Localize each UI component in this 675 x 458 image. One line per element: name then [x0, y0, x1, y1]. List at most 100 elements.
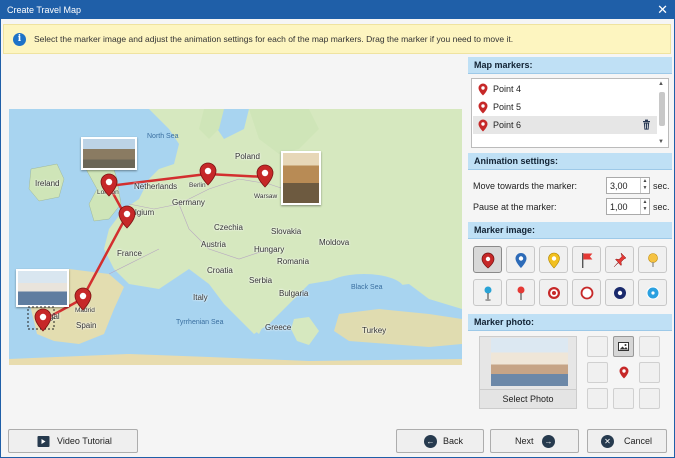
scrollbar-thumb[interactable] [659, 92, 665, 126]
list-item[interactable]: Point 5 [473, 98, 657, 116]
list-item-label: Point 6 [493, 120, 522, 130]
marker-style-target[interactable] [539, 279, 568, 306]
dialog-window: Create Travel Map ✕ i Select the marker … [0, 0, 675, 458]
navy-dot-icon [614, 287, 626, 299]
map-label-bulgaria: Bulgaria [279, 289, 309, 298]
list-item-label: Point 4 [493, 84, 522, 94]
map-canvas[interactable]: North Sea Ireland London Netherlands Ber… [9, 109, 462, 365]
pin-icon-point-2[interactable] [74, 287, 92, 311]
title-bar: Create Travel Map ✕ [1, 1, 674, 19]
move-unit: sec. [653, 181, 670, 191]
pin-icon [478, 83, 488, 96]
marker-style-blue-pin[interactable] [506, 246, 535, 273]
photo-position-bottom-right[interactable] [639, 388, 660, 409]
red-pushpin-icon [517, 286, 525, 300]
map-label-greece: Greece [265, 323, 292, 332]
move-label: Move towards the marker: [473, 181, 578, 191]
pause-duration-stepper[interactable]: 1,00 ▲ ▼ [606, 198, 650, 215]
marker-style-blue-pushpin[interactable] [473, 279, 502, 306]
marker-style-red-pin[interactable] [473, 246, 502, 273]
marker-style-pushpin[interactable] [605, 246, 634, 273]
back-button[interactable]: ← Back [396, 429, 484, 453]
video-tutorial-label: Video Tutorial [57, 436, 112, 446]
map-label-slovakia: Slovakia [271, 227, 302, 236]
info-banner: i Select the marker image and adjust the… [3, 24, 671, 54]
move-duration-value[interactable]: 3,00 [610, 181, 628, 191]
map-markers-heading: Map markers: [468, 57, 672, 74]
photo-position-top-left[interactable] [587, 336, 608, 357]
pin-icon-point-4[interactable] [118, 205, 136, 229]
info-text: Select the marker image and adjust the a… [34, 34, 514, 44]
arrow-left-icon: ← [424, 435, 437, 448]
map-label-spain: Spain [76, 321, 97, 330]
marker-image-heading: Marker image: [468, 222, 672, 239]
select-photo-button[interactable]: Select Photo [480, 389, 576, 408]
video-tutorial-button[interactable]: Video Tutorial [8, 429, 138, 453]
photo-position-top-center[interactable] [613, 336, 634, 357]
scroll-down-icon[interactable]: ▼ [658, 139, 664, 145]
pin-icon-point-6[interactable] [256, 164, 274, 188]
pin-icon [619, 366, 629, 379]
pause-label: Pause at the marker: [473, 202, 557, 212]
map-label-hungary: Hungary [254, 245, 285, 254]
marker-photo-lisbon [16, 269, 69, 307]
red-pin-icon [481, 252, 495, 269]
marker-style-navy-dot[interactable] [605, 279, 634, 306]
move-duration-stepper[interactable]: 3,00 ▲ ▼ [606, 177, 650, 194]
blue-pin-icon [515, 253, 527, 268]
pause-duration-value[interactable]: 1,00 [610, 202, 628, 212]
yellow-pin-icon [548, 252, 560, 269]
animation-settings-heading: Animation settings: [468, 153, 672, 170]
photo-position-bottom-left[interactable] [587, 388, 608, 409]
marker-style-red-ring[interactable] [572, 279, 601, 306]
photo-position-bottom-center[interactable] [613, 388, 634, 409]
thumbtack-icon [648, 253, 658, 267]
marker-style-red-pushpin[interactable] [506, 279, 535, 306]
map-label-poland: Poland [235, 152, 260, 161]
stepper-arrows-icon[interactable]: ▲ ▼ [640, 178, 649, 193]
marker-style-thumbtack[interactable] [638, 246, 667, 273]
map-label-italy: Italy [193, 293, 208, 302]
markers-list[interactable]: Point 4 Point 5 Point 6 ▲ ▼ [471, 78, 669, 148]
video-icon [37, 436, 50, 447]
list-item[interactable]: Point 4 [473, 80, 657, 98]
map-label-tyrrhenian: Tyrrhenian Sea [176, 319, 224, 326]
list-scrollbar[interactable]: ▲ ▼ [657, 80, 667, 146]
cancel-button[interactable]: ✕ Cancel [587, 429, 667, 453]
trash-icon[interactable] [642, 119, 651, 130]
photo-position-top-right[interactable] [639, 336, 660, 357]
scroll-up-icon[interactable]: ▲ [658, 81, 664, 87]
marker-style-blue-dot[interactable] [638, 279, 667, 306]
map-label-ireland: Ireland [35, 179, 60, 188]
pin-icon [478, 119, 488, 132]
red-ring-icon [580, 286, 594, 300]
pin-icon-point-1[interactable] [34, 308, 52, 332]
stepper-arrows-icon[interactable]: ▲ ▼ [640, 199, 649, 214]
back-label: Back [443, 436, 464, 446]
marker-style-flag[interactable] [572, 246, 601, 273]
list-item-selected[interactable]: Point 6 [473, 116, 657, 134]
photo-position-middle-right[interactable] [639, 362, 660, 383]
flag-icon [582, 253, 593, 268]
marker-style-yellow-pin[interactable] [539, 246, 568, 273]
window-title: Create Travel Map [7, 5, 82, 15]
photo-position-middle-left[interactable] [587, 362, 608, 383]
target-icon [548, 287, 560, 299]
pin-icon-point-5[interactable] [199, 162, 217, 186]
map-label-france: France [117, 249, 142, 258]
next-label: Next [515, 436, 534, 446]
info-icon: i [13, 33, 26, 46]
next-button[interactable]: Next → [490, 429, 579, 453]
close-icon[interactable]: ✕ [657, 1, 668, 18]
arrow-right-icon: → [542, 435, 555, 448]
pin-icon [478, 101, 488, 114]
cancel-label: Cancel [624, 436, 653, 446]
map-label-czechia: Czechia [214, 223, 243, 232]
map-label-netherlands: Netherlands [134, 182, 178, 191]
pause-unit: sec. [653, 202, 670, 212]
map-label-black-sea: Black Sea [351, 284, 383, 291]
pin-icon-point-3[interactable] [100, 173, 118, 197]
marker-photo-heading: Marker photo: [468, 314, 672, 331]
map-label-romania: Romania [277, 257, 310, 266]
map-label-serbia: Serbia [249, 276, 273, 285]
